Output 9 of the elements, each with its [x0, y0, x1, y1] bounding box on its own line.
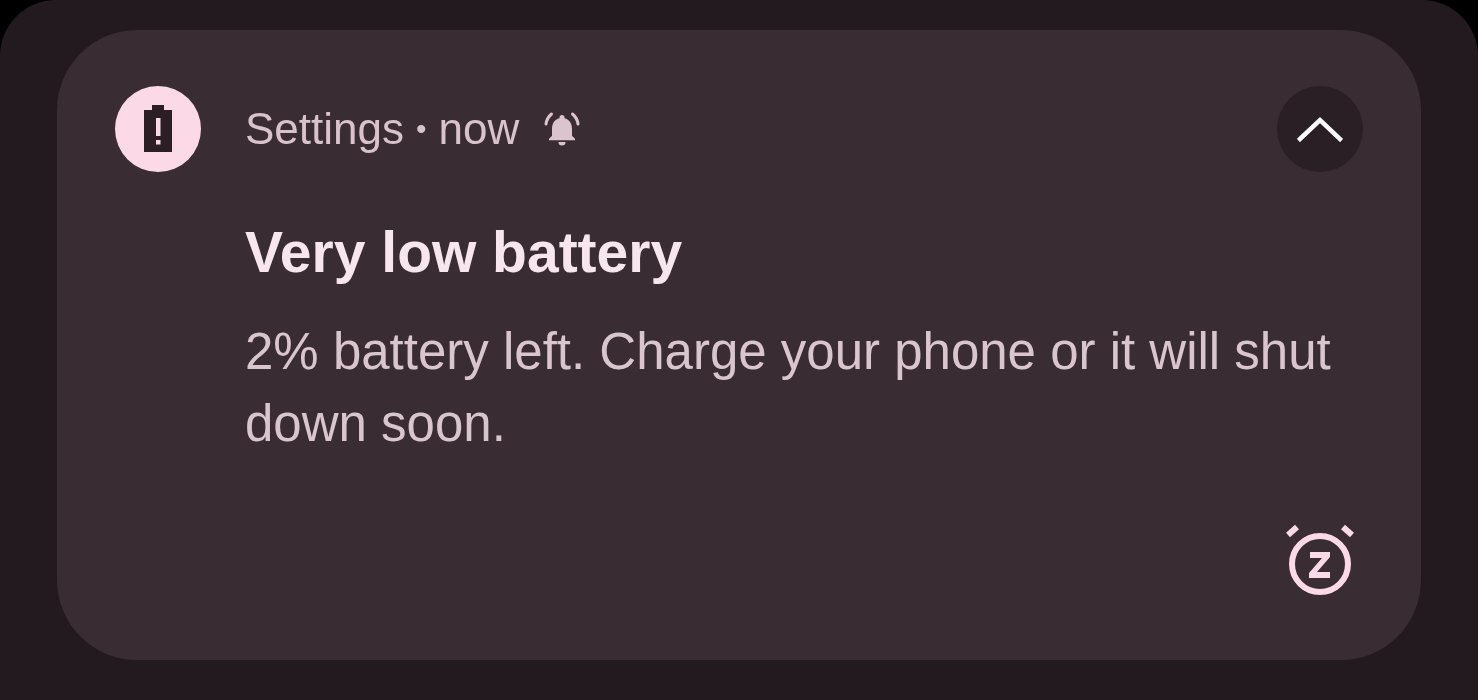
snooze-button[interactable]: [1284, 522, 1356, 596]
notification-title: Very low battery: [245, 219, 684, 286]
timestamp: now: [438, 104, 520, 154]
notification-body: 2% battery left. Charge your phone or it will shut down soon.: [245, 322, 1332, 454]
chevron-icon: [1297, 116, 1343, 142]
separator-dot: •: [416, 112, 427, 146]
app-name: Settings: [245, 104, 404, 154]
battery-alert-icon: [115, 86, 201, 172]
alarm-clock-icon: [1284, 522, 1356, 596]
